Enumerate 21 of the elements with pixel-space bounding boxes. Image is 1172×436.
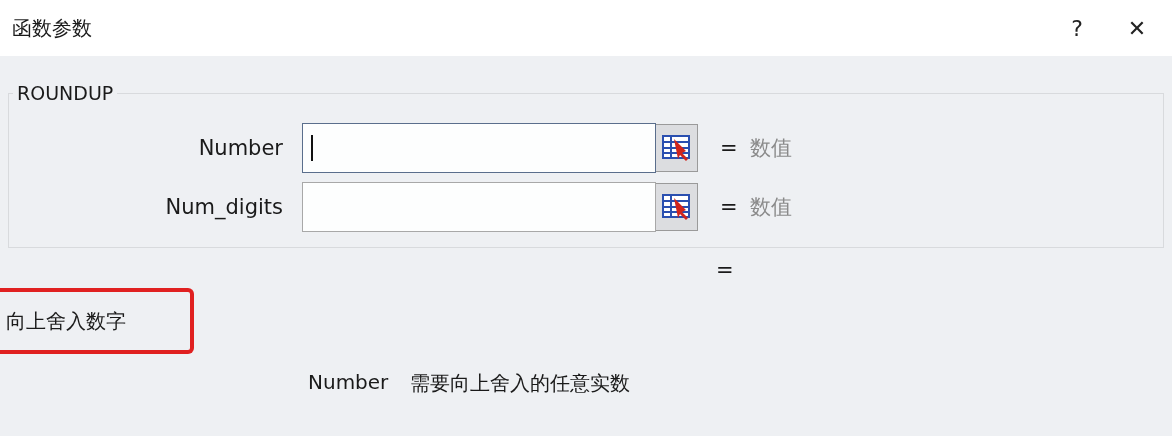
parameter-label: Number: [197, 135, 284, 160]
parameter-result: 数值: [750, 193, 792, 221]
equals-sign: =: [720, 135, 739, 160]
parameter-description: 需要向上舍入的任意实数: [410, 370, 631, 397]
parameter-input[interactable]: [302, 181, 656, 232]
cell-reference-icon: [661, 134, 692, 161]
function-name: ROUNDUP: [16, 82, 115, 104]
collapse-button[interactable]: [656, 123, 698, 172]
help-button[interactable]: ?: [1054, 8, 1100, 48]
equals-sign: =: [720, 194, 739, 219]
parameter-result: 数值: [750, 134, 792, 162]
parameter-input[interactable]: [302, 122, 656, 173]
window-title: 函数参数: [12, 14, 93, 42]
collapse-button[interactable]: [656, 182, 698, 231]
parameter-label: Num_digits: [164, 194, 284, 219]
close-button[interactable]: ✕: [1114, 8, 1160, 48]
text-cursor: [311, 134, 313, 161]
parameter-name: Number: [308, 370, 389, 396]
function-description: 向上舍入数字: [6, 307, 126, 335]
equals-sign: =: [716, 258, 734, 282]
cell-reference-icon: [661, 193, 692, 220]
